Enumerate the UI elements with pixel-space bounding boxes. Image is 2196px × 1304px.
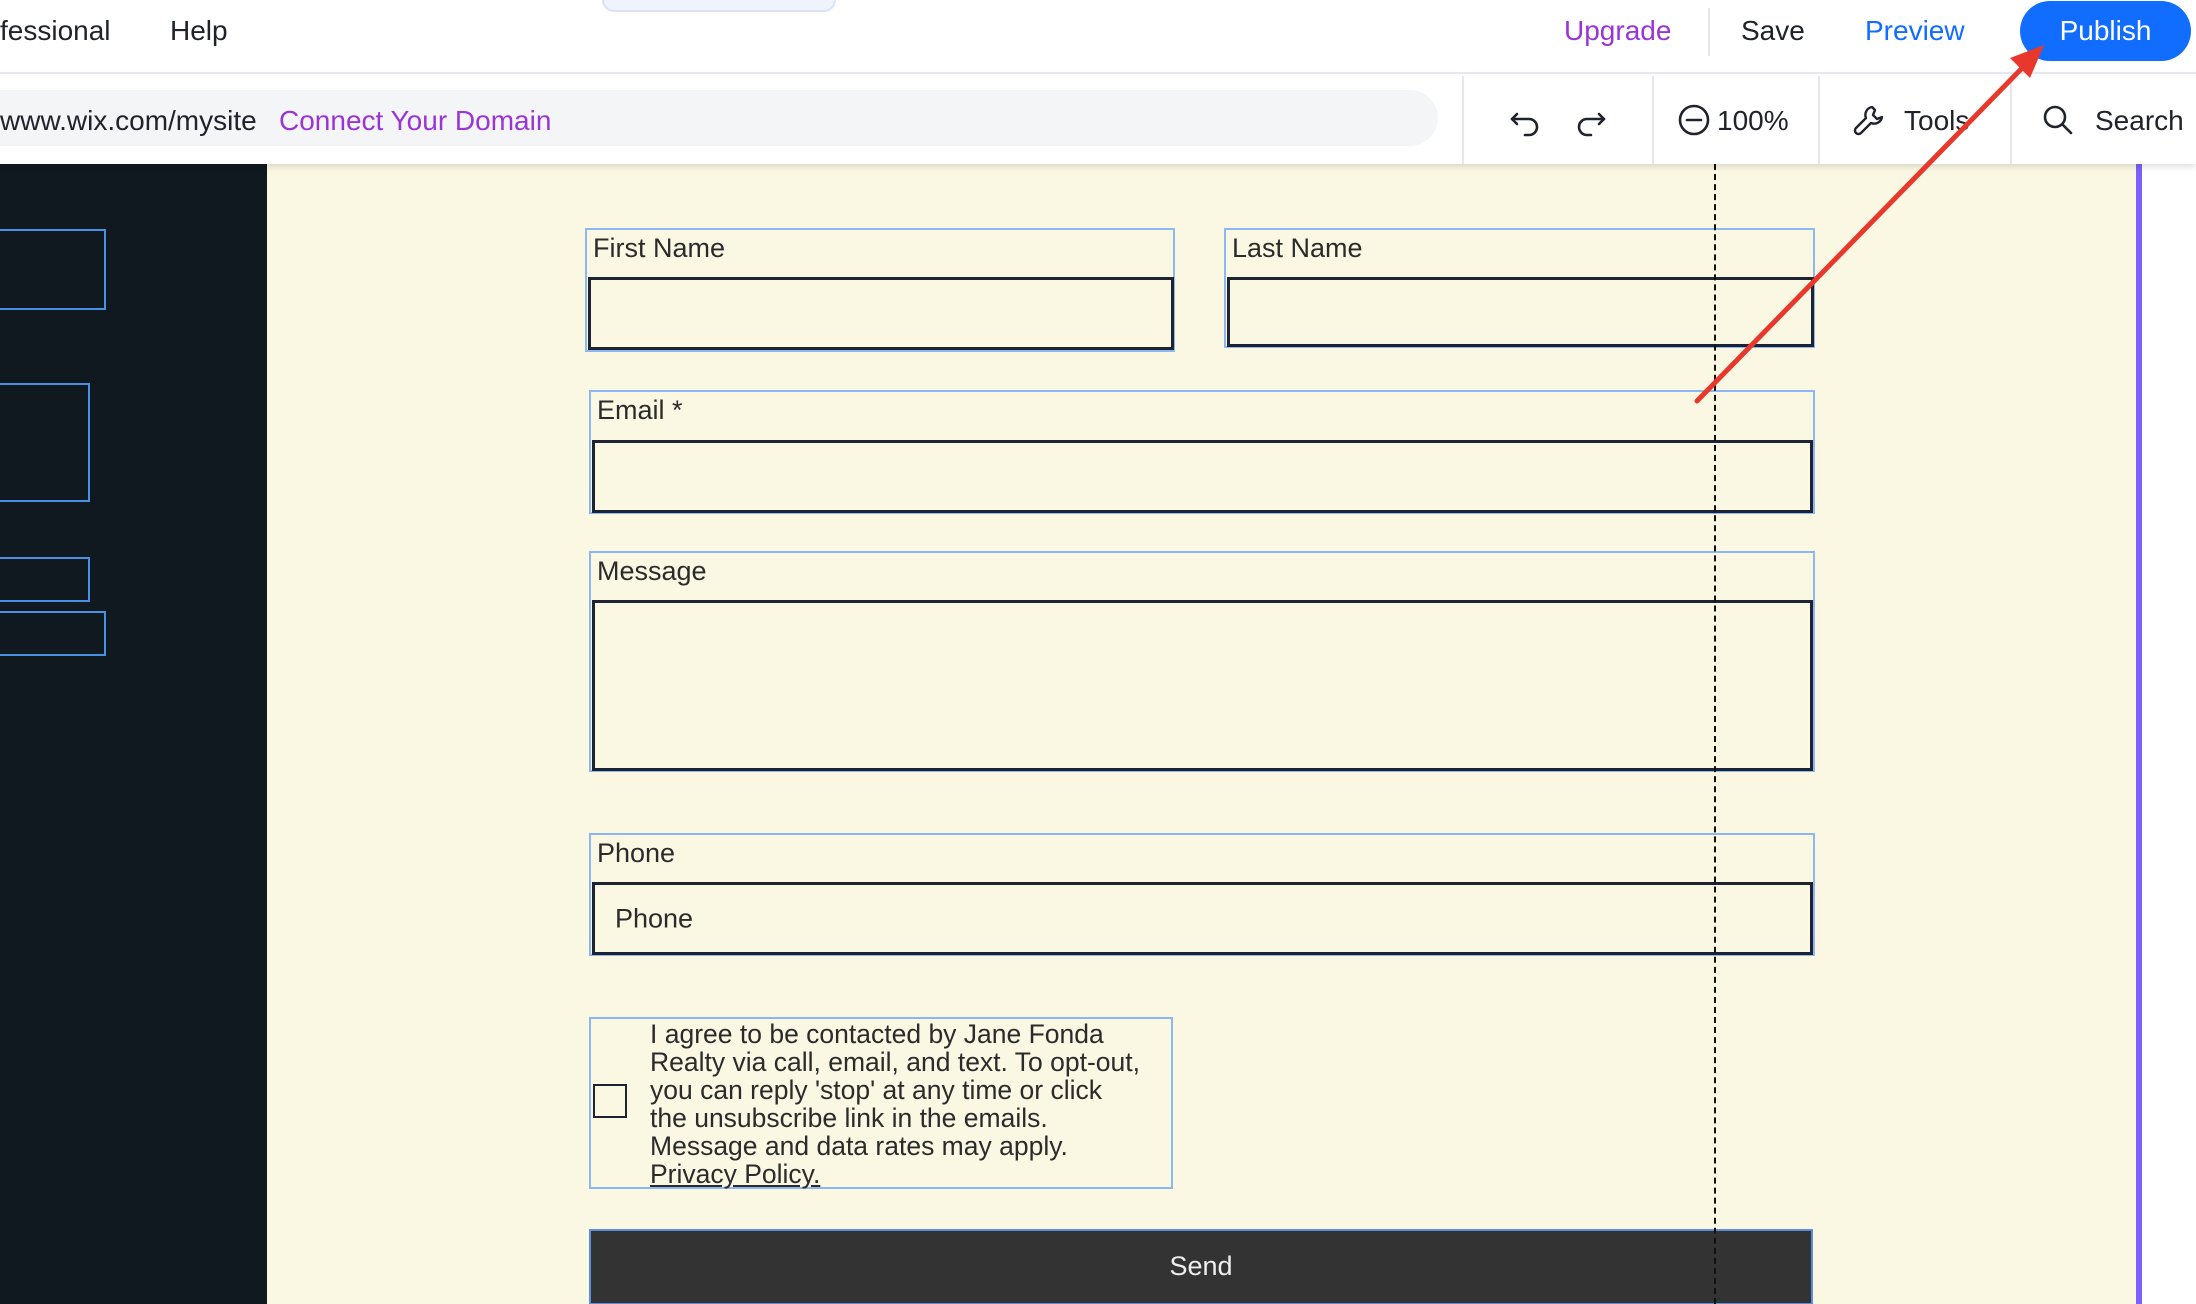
first-name-field: First Name xyxy=(585,228,1175,352)
preview-button[interactable]: Preview xyxy=(1865,14,1965,48)
alignment-guide xyxy=(1714,164,1716,1304)
first-name-label: First Name xyxy=(593,233,726,263)
email-input[interactable] xyxy=(592,440,1813,513)
privacy-policy-link[interactable]: Privacy Policy. xyxy=(650,1160,1175,1188)
zoom-level[interactable]: 100% xyxy=(1717,104,1789,138)
site-url: www.wix.com/mysite xyxy=(0,105,257,136)
divider xyxy=(1462,76,1464,164)
phone-label: Phone xyxy=(597,838,676,868)
upgrade-link[interactable]: Upgrade xyxy=(1564,14,1671,48)
consent-checkbox[interactable] xyxy=(593,1084,627,1118)
redo-icon[interactable] xyxy=(1571,100,1611,140)
message-field: Message xyxy=(589,551,1815,772)
consent-line: Realty via call, email, and text. To opt… xyxy=(650,1047,1141,1077)
selected-element-outline[interactable] xyxy=(0,229,106,310)
address-toolbar: www.wix.com/mysite Connect Your Domain 1… xyxy=(0,76,2196,164)
consent-line: Message and data rates may apply. xyxy=(650,1131,1068,1161)
search-button[interactable]: Search xyxy=(2095,104,2184,138)
search-icon[interactable] xyxy=(2038,100,2078,140)
consent-text: I agree to be contacted by Jane Fonda Re… xyxy=(650,1020,1175,1188)
divider xyxy=(1708,8,1710,56)
phone-input[interactable]: Phone xyxy=(592,882,1813,955)
last-name-input[interactable] xyxy=(1227,277,1814,347)
publish-button[interactable]: Publish xyxy=(2020,1,2191,61)
phone-placeholder: Phone xyxy=(615,903,694,933)
consent-line: I agree to be contacted by Jane Fonda xyxy=(650,1019,1104,1049)
consent-line: the unsubscribe link in the emails. xyxy=(650,1103,1048,1133)
divider xyxy=(2010,76,2012,164)
canvas-outside xyxy=(2142,164,2196,1304)
message-label: Message xyxy=(597,556,707,586)
email-label: Email * xyxy=(597,395,683,425)
menu-item-help[interactable]: Help xyxy=(170,14,228,48)
divider xyxy=(1818,76,1820,164)
top-bar: fessional Help Upgrade Save Preview Publ… xyxy=(0,0,2196,74)
tools-button[interactable]: Tools xyxy=(1904,104,1969,138)
selected-element-outline[interactable] xyxy=(0,557,90,602)
last-name-field: Last Name xyxy=(1224,228,1815,348)
consent-line: you can reply 'stop' at any time or clic… xyxy=(650,1075,1102,1105)
left-section xyxy=(0,164,267,1304)
menu-item-professional[interactable]: fessional xyxy=(0,14,111,48)
wrench-icon[interactable] xyxy=(1849,100,1889,140)
email-field: Email * xyxy=(589,390,1815,514)
phone-field: Phone Phone xyxy=(589,833,1815,956)
consent-field: I agree to be contacted by Jane Fonda Re… xyxy=(589,1017,1173,1189)
connect-domain-link[interactable]: Connect Your Domain xyxy=(279,104,551,138)
last-name-label: Last Name xyxy=(1232,233,1363,263)
message-textarea[interactable] xyxy=(592,600,1813,771)
send-button[interactable]: Send xyxy=(589,1229,1813,1304)
zoom-out-icon[interactable] xyxy=(1674,100,1714,140)
save-button[interactable]: Save xyxy=(1741,14,1805,48)
selected-element-outline[interactable] xyxy=(0,611,106,656)
divider xyxy=(1652,76,1654,164)
first-name-input[interactable] xyxy=(588,277,1174,350)
undo-icon[interactable] xyxy=(1505,100,1545,140)
selected-element-outline[interactable] xyxy=(0,383,90,502)
top-tab-edge xyxy=(602,0,836,12)
